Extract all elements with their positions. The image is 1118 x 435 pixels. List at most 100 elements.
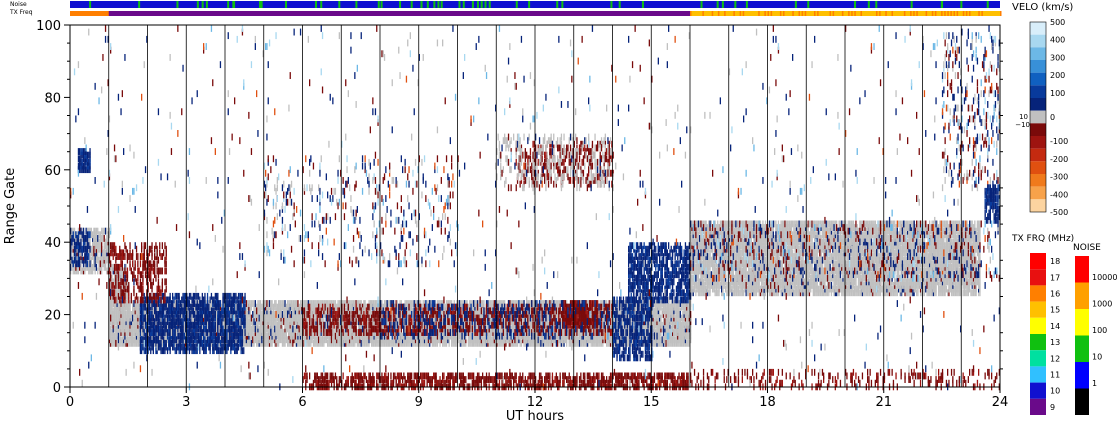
cell-ground-scatter-band-early [408, 336, 410, 344]
txfreq-mark [891, 11, 893, 16]
cell-ground-scatter-band-early [279, 300, 281, 307]
txfreq-mark [767, 11, 769, 16]
cell-ground-scatter-band-early [669, 303, 671, 311]
cell-ground-scatter-band-early [396, 300, 399, 307]
cell-ground-scatter-band-early [445, 300, 448, 307]
cell-ground-scatter-band-early [250, 339, 253, 347]
cell-ground-scatter-band-early [422, 300, 424, 307]
noise-strip [70, 1, 1000, 8]
txfreq-band-mid [108, 11, 690, 16]
txfreq-mark [941, 11, 943, 16]
plot-area: 0 3 6 9 12 15 18 21 24 020406080100 UT hours Ran… [3, 19, 1008, 424]
cell-ground-scatter-band-early [519, 300, 521, 307]
cell-ground-scatter-band-early [657, 314, 659, 322]
cell-ground-scatter-band-early [661, 321, 663, 329]
cell-ground-scatter-band-early [252, 318, 254, 326]
cell-ground-scatter-band-early [372, 300, 374, 307]
cell-ground-scatter-band-early [436, 321, 439, 329]
cell-ground-scatter-band-early [493, 329, 495, 336]
cell-blue-patch-early [141, 321, 143, 329]
cell-ground-scatter-band-early [247, 300, 249, 307]
cell-ground-scatter-band-early [278, 300, 280, 307]
cell-ground-scatter-band-early [430, 336, 432, 344]
noise-mark [610, 1, 613, 8]
noise-mark [854, 1, 857, 8]
cell-ground-scatter-band-early [491, 336, 493, 344]
cell-ground-scatter-band-early [510, 300, 512, 307]
cell-ground-scatter-band-early [316, 300, 318, 307]
cell-ground-scatter-band-early [633, 325, 635, 333]
cell-ground-scatter-band-early [294, 325, 296, 333]
cell-ground-scatter-band-early [285, 303, 287, 311]
txfreq-mark [829, 11, 831, 16]
cell-ground-scatter-band-early [120, 336, 122, 344]
cell-ground-scatter-band-early [578, 339, 581, 347]
cell-ground-scatter-band-early [411, 300, 413, 307]
txfreq-mark [798, 11, 800, 16]
cell-ground-scatter-band-early [253, 318, 255, 326]
cell-ground-scatter-band-early [407, 314, 409, 322]
noise-mark [201, 1, 204, 8]
cell-ground-scatter-band-early [381, 300, 383, 307]
cell-ground-scatter-band-early [128, 336, 130, 344]
noise-mark [462, 1, 465, 8]
cell-blue-patch-early [142, 336, 144, 344]
cell-ground-scatter-band-early [540, 339, 542, 347]
cell-ground-scatter-band-early [120, 300, 122, 307]
cell-ground-scatter-band-early [686, 339, 688, 347]
txfreq-mark [876, 11, 878, 16]
cell-ground-scatter-band-early [115, 325, 117, 333]
noise-mark [399, 1, 402, 8]
noise-mark [196, 1, 199, 8]
cell-ground-scatter-band-early [270, 300, 272, 307]
cell-ground-scatter-band-early [303, 300, 306, 307]
cell-ground-scatter-band-early [478, 300, 480, 307]
txfreq-mark [851, 11, 853, 16]
txfreq-mark [860, 11, 862, 16]
cell-ground-scatter-band-early [289, 329, 291, 336]
txfreq-mark [792, 11, 794, 16]
cell-ground-scatter-band-early [653, 318, 656, 326]
cell-ground-scatter-band-early [491, 300, 493, 307]
cell-ground-scatter-band-early [248, 300, 250, 307]
cell-ground-scatter-band-early [338, 300, 340, 307]
noise-mark [910, 1, 913, 8]
cell-ground-scatter-band-early [558, 307, 560, 315]
cell-ground-scatter-band-early [666, 303, 668, 311]
cell-ground-scatter-band-early [483, 300, 485, 307]
cell-ground-scatter-band-early [349, 300, 351, 307]
cell-ground-scatter-band-early [399, 332, 401, 340]
cell-blue-patch-early [143, 329, 145, 336]
cell-ground-scatter-band-early [113, 332, 116, 340]
cell-ground-scatter-band-early [174, 300, 176, 307]
noise-mark [734, 1, 737, 8]
txfreq-mark [742, 11, 745, 16]
cell-ground-scatter-band-early [681, 321, 683, 329]
noise-mark [745, 1, 748, 8]
cell-ground-scatter-band-early [132, 300, 134, 307]
cell-ground-scatter-band-early [426, 300, 428, 307]
cell-ground-scatter-band-early [660, 314, 662, 322]
cell-ground-scatter-band-early [555, 339, 557, 347]
cell-ground-scatter-band-early [426, 336, 428, 344]
cell-ground-scatter-band-early [550, 300, 552, 307]
cell-ground-scatter-band-early [509, 300, 511, 307]
cell-ground-scatter-band-early [662, 325, 665, 333]
cell-ground-scatter-band-early [298, 303, 300, 311]
cell-ground-scatter-band-early [356, 329, 358, 336]
cell-ground-scatter-band-early [345, 300, 347, 307]
cell-ground-scatter-band-early [492, 300, 494, 307]
cell-ground-scatter-band-early [314, 318, 316, 326]
cell-ground-scatter-band-early [480, 300, 482, 307]
cell-ground-scatter-band-early [250, 300, 253, 307]
cell-ground-scatter-band-early [296, 300, 298, 307]
cell-ground-scatter-band-early [520, 339, 523, 347]
noise-mark [986, 1, 989, 8]
txfreq-mark [934, 11, 937, 16]
noise-mark [314, 1, 317, 8]
cell-ground-scatter-band-early [125, 336, 127, 344]
cell-ground-scatter-band-early [588, 300, 590, 307]
txfreq-mark [739, 11, 742, 16]
cell-ground-scatter-band-early [439, 300, 441, 307]
cell-ground-scatter-band-early [334, 332, 337, 340]
